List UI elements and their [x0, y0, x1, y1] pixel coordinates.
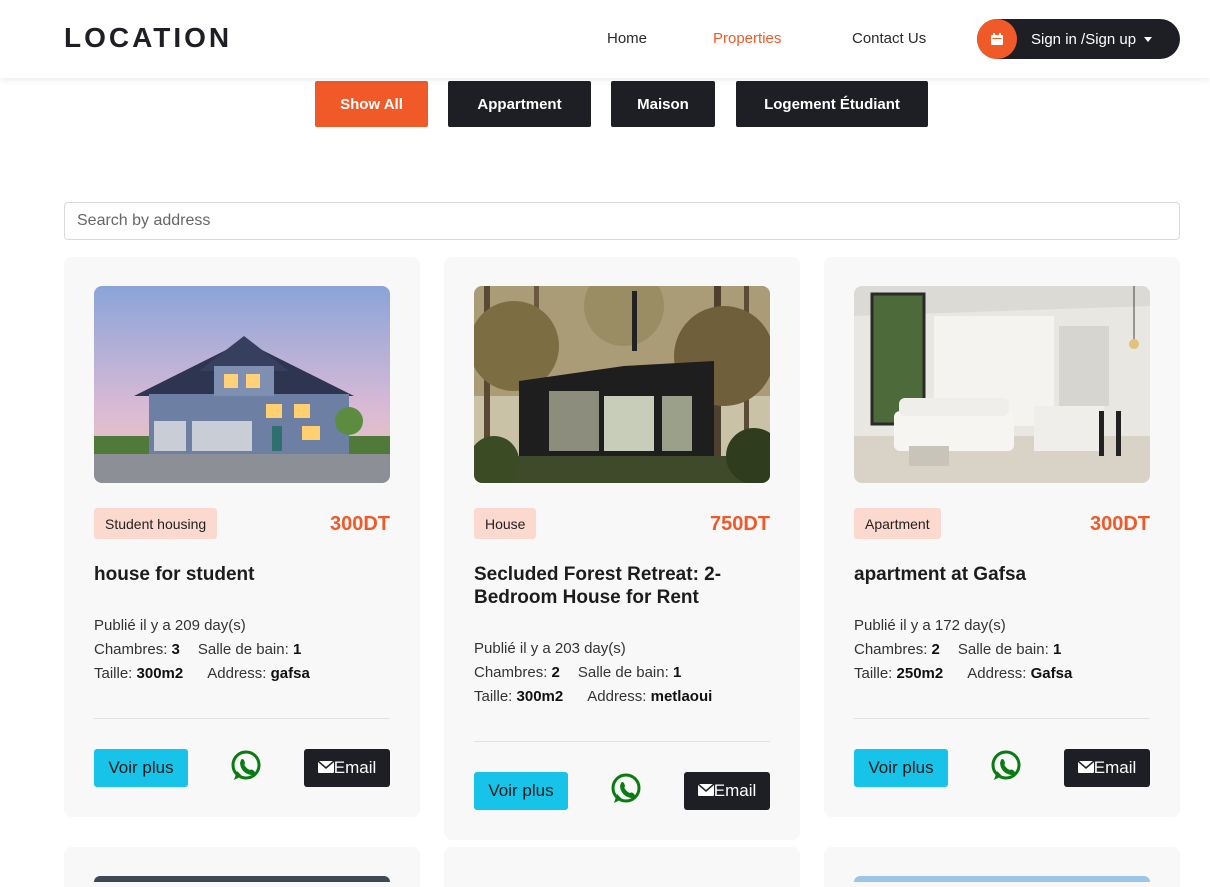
whatsapp-icon[interactable]	[609, 772, 643, 806]
filter-maison[interactable]: Maison	[611, 81, 715, 127]
listing-photo-partial	[94, 876, 390, 882]
published-line: Publié il y a 203 day(s)	[474, 640, 626, 657]
property-price: 300DT	[1089, 513, 1150, 535]
whatsapp-icon[interactable]	[229, 749, 263, 783]
navbar: LOCATION Home Properties Contact Us Sign…	[0, 0, 1210, 78]
property-card-partial	[64, 847, 420, 887]
email-button[interactable]: Email	[304, 749, 390, 787]
size-address-line: Taille: 300m2 Address: gafsa	[94, 665, 310, 682]
email-label: Email	[713, 781, 757, 800]
property-price: 300DT	[329, 513, 390, 535]
voir-plus-button[interactable]: Voir plus	[474, 772, 568, 810]
nav-contact[interactable]: Contact Us	[852, 30, 926, 47]
property-title[interactable]: Secluded Forest Retreat: 2-Bedroom House…	[474, 563, 770, 609]
size-address-line: Taille: 250m2 Address: Gafsa	[854, 665, 1073, 682]
apartment-interior-photo[interactable]	[854, 286, 1150, 483]
property-card-partial	[444, 847, 800, 887]
property-details: Publié il y a 172 day(s) Chambres: 2 Sall…	[854, 614, 1150, 686]
nav-properties[interactable]: Properties	[713, 30, 781, 47]
property-details: Publié il y a 203 day(s) Chambres: 2 Sall…	[474, 637, 770, 709]
property-title[interactable]: apartment at Gafsa	[854, 563, 1150, 586]
property-details: Publié il y a 209 day(s) Chambres: 3 Sall…	[94, 614, 390, 686]
email-button[interactable]: Email	[684, 772, 770, 810]
whatsapp-icon[interactable]	[989, 749, 1023, 783]
property-type-badge: House	[474, 508, 537, 539]
rooms-baths-line: Chambres: 2 Salle de bain: 1	[474, 664, 682, 681]
filter-appartment[interactable]: Appartment	[448, 81, 591, 127]
envelope-icon	[317, 758, 335, 778]
house-photo[interactable]	[94, 286, 390, 483]
filter-show-all[interactable]: Show All	[315, 81, 428, 127]
published-line: Publié il y a 209 day(s)	[94, 617, 246, 634]
calendar-icon	[977, 19, 1017, 59]
size-address-line: Taille: 300m2 Address: metlaoui	[474, 688, 713, 705]
property-price: 750DT	[709, 513, 770, 535]
published-line: Publié il y a 172 day(s)	[854, 617, 1006, 634]
property-card: Student housing 300DT house for student …	[64, 257, 420, 817]
property-card-partial	[824, 847, 1180, 887]
listing-photo-partial	[854, 876, 1150, 882]
rooms-baths-line: Chambres: 3 Salle de bain: 1	[94, 641, 302, 658]
card-divider	[94, 718, 390, 719]
property-card: House 750DT Secluded Forest Retreat: 2-B…	[444, 257, 800, 840]
email-label: Email	[333, 758, 377, 777]
signin-dropdown-button[interactable]: Sign in /Sign up	[977, 19, 1180, 59]
property-type-badge: Apartment	[854, 508, 941, 539]
voir-plus-button[interactable]: Voir plus	[854, 749, 948, 787]
nav-home[interactable]: Home	[607, 30, 647, 47]
caret-down-icon	[1144, 36, 1153, 42]
property-type-badge: Student housing	[94, 508, 218, 539]
filter-logement-etudiant[interactable]: Logement Étudiant	[736, 81, 928, 127]
search-input[interactable]	[64, 202, 1180, 240]
email-button[interactable]: Email	[1064, 749, 1150, 787]
card-divider	[854, 718, 1150, 719]
signin-label: Sign in /Sign up	[1031, 30, 1137, 48]
forest-cabin-photo[interactable]	[474, 286, 770, 483]
card-divider	[474, 741, 770, 742]
envelope-icon	[1077, 758, 1095, 778]
voir-plus-button[interactable]: Voir plus	[94, 749, 188, 787]
email-label: Email	[1093, 758, 1137, 777]
property-title[interactable]: house for student	[94, 563, 390, 586]
property-card: Apartment 300DT apartment at Gafsa Publi…	[824, 257, 1180, 817]
rooms-baths-line: Chambres: 2 Salle de bain: 1	[854, 641, 1062, 658]
logo[interactable]: LOCATION	[64, 22, 232, 54]
envelope-icon	[697, 781, 715, 801]
